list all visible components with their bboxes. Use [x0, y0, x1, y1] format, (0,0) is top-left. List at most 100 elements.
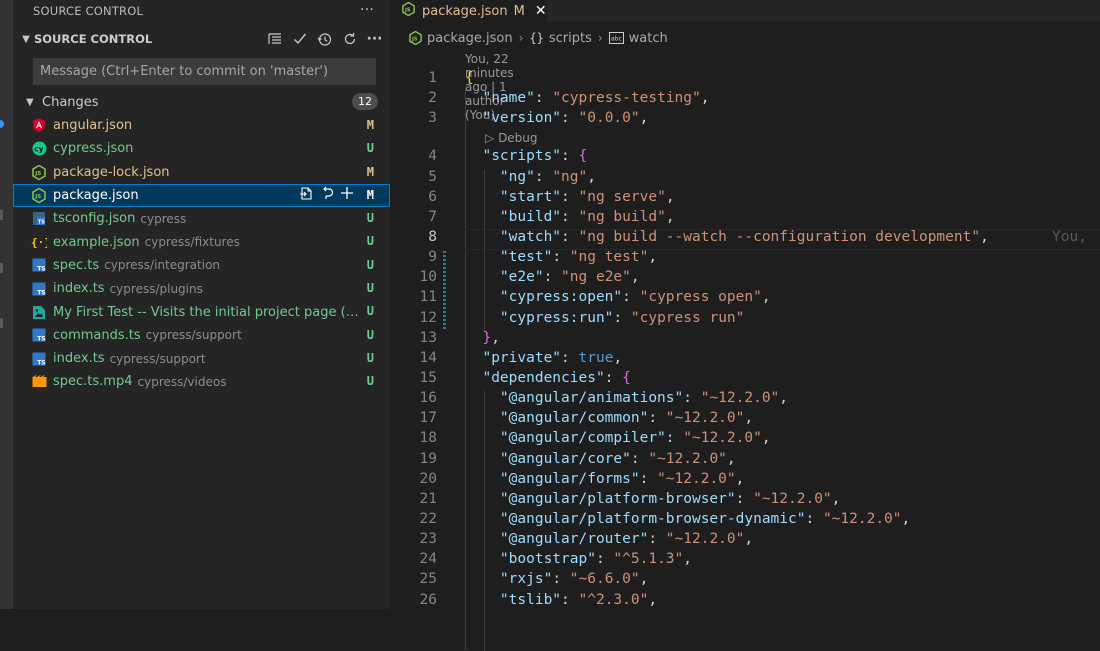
git-status-badge: U: [366, 304, 374, 319]
file-name: commands.ts: [53, 327, 141, 343]
code-line: 5 "ng": "ng",: [428, 168, 596, 185]
chevron-right-icon: ›: [518, 31, 524, 45]
git-status-badge: U: [366, 141, 374, 156]
code-line: 17 "@angular/common": "~12.2.0",: [419, 410, 754, 427]
file-folder: cypress/plugins: [109, 281, 203, 296]
svg-text:cy: cy: [34, 145, 43, 154]
changed-file-row[interactable]: cy cypress.json U: [13, 137, 390, 160]
changed-file-row[interactable]: angular.json M: [13, 114, 390, 137]
changed-file-row[interactable]: TS spec.ts cypress/integration U: [13, 254, 390, 277]
file-folder: cypress/fixtures: [144, 235, 240, 250]
code-line: 13 },: [419, 329, 500, 346]
activity-marker: [0, 318, 3, 328]
chevron-down-icon: ▼: [26, 96, 34, 108]
code-line: 25 "rxjs": "~6.6.0",: [419, 571, 649, 588]
changed-file-row[interactable]: TS tsconfig.json cypress U: [13, 207, 390, 230]
code-line: 14 "private": true,: [419, 349, 623, 366]
changed-file-row[interactable]: TS index.ts cypress/support U: [13, 347, 390, 370]
history-icon[interactable]: [315, 28, 334, 50]
nodejs-icon: JS: [409, 31, 422, 45]
typescript-icon: TS: [31, 327, 47, 343]
discard-changes-icon[interactable]: [320, 186, 334, 205]
changed-file-row[interactable]: My First Test -- Visits the initial proj…: [13, 300, 390, 323]
file-folder: cypress/integration: [104, 258, 221, 273]
source-control-actions: ···: [265, 28, 384, 50]
view-as-tree-icon[interactable]: [265, 28, 284, 50]
code-line: 20 "@angular/forms": "~12.2.0",: [419, 470, 745, 487]
code-line: 2 "name": "cypress-testing",: [428, 90, 710, 107]
activity-marker: [0, 263, 3, 273]
changed-file-row-selected[interactable]: JS package.json M: [13, 183, 390, 208]
code-line: 23 "@angular/router": "~12.2.0",: [419, 531, 754, 548]
changed-file-row[interactable]: {·} example.json cypress/fixtures U: [13, 230, 390, 253]
code-line: 21 "@angular/platform-browser": "~12.2.0…: [419, 490, 841, 507]
changes-label: Changes: [42, 94, 99, 110]
file-name: spec.ts.mp4: [53, 374, 133, 390]
play-icon: ▷: [485, 131, 495, 146]
close-icon[interactable]: ✕: [535, 3, 547, 19]
video-icon: [31, 374, 47, 390]
changed-file-row[interactable]: JS package-lock.json M: [13, 161, 390, 184]
changes-group-header[interactable]: ▼ Changes 12: [13, 91, 390, 113]
breadcrumb: JS package.json › {} scripts › abc watch: [390, 22, 1100, 54]
code-line: 12 "cypress:run": "cypress run": [419, 309, 745, 326]
code-line: 16 "@angular/animations": "~12.2.0",: [419, 390, 789, 407]
changed-file-row[interactable]: TS commands.ts cypress/support U: [13, 324, 390, 347]
view-title-label: SOURCE CONTROL: [33, 4, 144, 18]
nodejs-icon: JS: [31, 188, 47, 204]
changed-file-row[interactable]: TS index.ts cypress/plugins U: [13, 277, 390, 300]
typescript-icon: TS: [31, 351, 47, 367]
svg-text:TS: TS: [37, 336, 45, 343]
code-line: 18 "@angular/compiler": "~12.2.0",: [419, 430, 771, 447]
nodejs-icon: JS: [402, 1, 415, 20]
file-name: spec.ts: [53, 257, 100, 273]
editor-tab-package-json[interactable]: JS package.json M ✕: [390, 0, 547, 22]
file-name: My First Test -- Visits the initial proj…: [53, 304, 359, 320]
notification-dot: [0, 120, 4, 128]
svg-text:TS: TS: [38, 220, 45, 226]
file-name: cypress.json: [53, 141, 134, 157]
typescript-icon: TS: [31, 281, 47, 297]
file-name: index.ts: [53, 351, 105, 367]
activity-bar: [0, 0, 13, 609]
tsconfig-icon: TS: [31, 211, 47, 227]
stage-changes-icon[interactable]: [340, 186, 354, 205]
file-name: tsconfig.json: [53, 211, 136, 227]
code-line: 1{: [428, 70, 474, 86]
breadcrumb-item[interactable]: package.json: [427, 31, 513, 46]
file-folder: cypress/support: [145, 328, 242, 343]
code-line: 10 "e2e": "ng e2e",: [419, 269, 640, 286]
code-line: 4 "scripts": {: [428, 148, 588, 165]
inline-blame: You,: [1052, 228, 1096, 245]
file-name: example.json: [53, 234, 140, 250]
open-file-icon[interactable]: [299, 186, 314, 205]
breadcrumb-item[interactable]: watch: [629, 31, 668, 46]
more-actions-icon[interactable]: ···: [365, 28, 384, 50]
file-name: index.ts: [53, 281, 105, 297]
file-name: package.json: [53, 188, 139, 204]
git-status-badge: M: [366, 187, 374, 202]
debug-codelens[interactable]: ▷ Debug: [390, 130, 1100, 148]
tab-label: package.json: [422, 3, 508, 19]
git-status-badge: M: [366, 164, 374, 179]
git-status-badge: U: [366, 211, 374, 226]
commit-message-box: [33, 58, 376, 85]
svg-text:JS: JS: [34, 194, 41, 200]
refresh-icon[interactable]: [340, 28, 359, 50]
svg-text:JS: JS: [411, 36, 418, 42]
commit-message-input[interactable]: [38, 63, 375, 80]
git-status-badge: U: [366, 257, 374, 272]
more-actions-icon[interactable]: ···: [360, 2, 374, 18]
changed-file-row[interactable]: spec.ts.mp4 cypress/videos U: [13, 370, 390, 393]
breadcrumb-item[interactable]: scripts: [549, 31, 592, 46]
svg-text:{·}: {·}: [31, 236, 47, 249]
view-title: SOURCE CONTROL ···: [13, 0, 390, 22]
code-editor[interactable]: 1{ 2 "name": "cypress-testing", 3 "versi…: [390, 70, 1100, 651]
svg-text:TS: TS: [37, 266, 45, 273]
source-control-section-header[interactable]: ▼ SOURCE CONTROL ···: [13, 22, 390, 56]
code-line: 6 "start": "ng serve",: [428, 188, 675, 205]
commit-check-icon[interactable]: [290, 28, 309, 50]
file-folder: cypress/videos: [137, 374, 227, 389]
json-braces-icon: {·}: [31, 234, 47, 250]
svg-text:JS: JS: [34, 171, 41, 177]
